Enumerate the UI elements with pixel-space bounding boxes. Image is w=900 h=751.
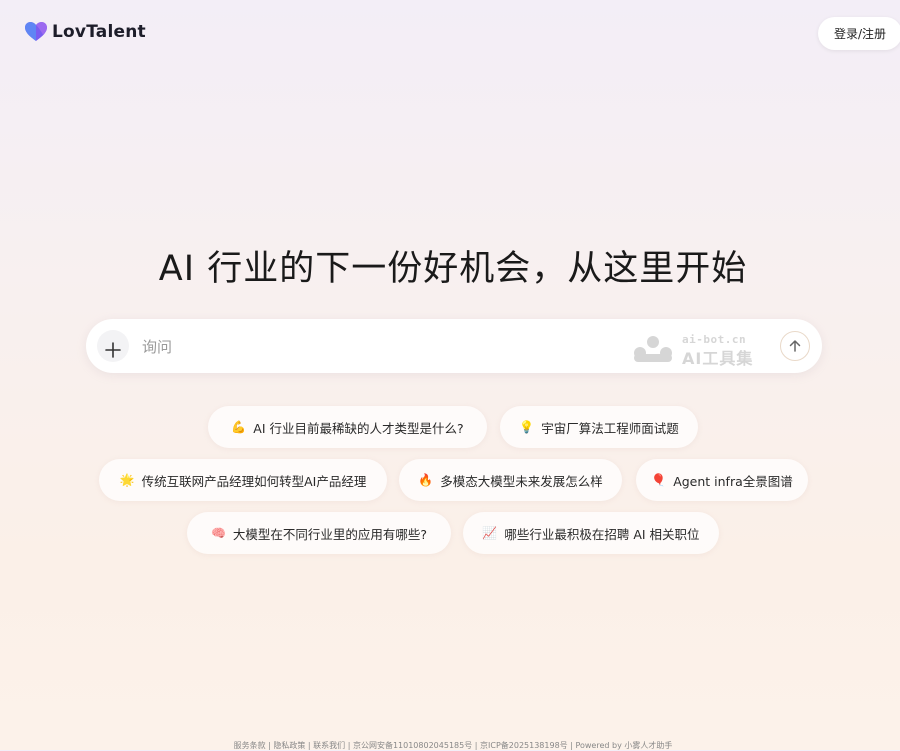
footer-link-police-record[interactable]: 京公网安备11010802045185号 — [353, 741, 472, 750]
fire-icon: 🔥 — [418, 473, 434, 487]
page-headline: AI 行业的下一份好机会，从这里开始 — [158, 249, 748, 289]
suggestion-chip[interactable]: 🧠 大模型在不同行业里的应用有哪些? — [187, 512, 451, 554]
brand-name: LovTalent — [52, 22, 146, 42]
plus-icon — [105, 342, 121, 358]
footer-separator: | — [305, 741, 314, 750]
suggestion-label: 传统互联网产品经理如何转型AI产品经理 — [141, 473, 367, 489]
suggestion-label: 宇宙厂算法工程师面试题 — [541, 420, 679, 436]
footer-link-terms[interactable]: 服务条款 — [234, 741, 266, 750]
flexed-biceps-icon: 💪 — [231, 420, 247, 434]
login-register-button[interactable]: 登录/注册 — [818, 17, 900, 50]
suggestion-chip[interactable]: 🌟 传统互联网产品经理如何转型AI产品经理 — [99, 459, 387, 501]
search-input[interactable] — [140, 334, 624, 360]
watermark: ai-bot.cn AI工具集 — [630, 332, 770, 368]
footer-powered-by: Powered by 小雾人才助手 — [575, 741, 673, 750]
footer-link-contact[interactable]: 联系我们 — [313, 741, 345, 750]
send-button[interactable] — [780, 331, 810, 361]
suggestion-chip[interactable]: 🎈 Agent infra全景图谱 — [636, 459, 808, 501]
lightbulb-icon: 💡 — [519, 420, 535, 434]
watermark-logo-icon — [634, 336, 672, 362]
footer-separator: | — [345, 741, 353, 750]
suggestion-label: 多模态大模型未来发展怎么样 — [440, 473, 603, 489]
suggestion-chip[interactable]: 🔥 多模态大模型未来发展怎么样 — [399, 459, 622, 501]
suggestion-chip[interactable]: 💡 宇宙厂算法工程师面试题 — [500, 406, 698, 448]
footer-separator: | — [472, 741, 480, 750]
brand-logo[interactable]: LovTalent — [24, 21, 146, 43]
suggestion-label: 大模型在不同行业里的应用有哪些? — [232, 526, 428, 542]
suggestion-chip[interactable]: 📈 哪些行业最积极在招聘 AI 相关职位 — [463, 512, 719, 554]
suggestion-label: 哪些行业最积极在招聘 AI 相关职位 — [504, 526, 700, 542]
search-bar: ai-bot.cn AI工具集 — [86, 319, 822, 373]
balloon-icon: 🎈 — [651, 473, 667, 487]
suggestion-label: Agent infra全景图谱 — [673, 473, 793, 489]
sun-icon: 🌟 — [119, 473, 135, 487]
suggestion-chip[interactable]: 💪 AI 行业目前最稀缺的人才类型是什么? — [208, 406, 487, 448]
footer-link-icp-record[interactable]: 京ICP备2025138198号 — [480, 741, 568, 750]
watermark-name: AI工具集 — [682, 349, 754, 368]
heart-logo-icon — [25, 22, 47, 41]
chart-increasing-icon: 📈 — [482, 526, 498, 540]
footer-link-privacy[interactable]: 隐私政策 — [273, 741, 305, 750]
brain-icon: 🧠 — [210, 526, 226, 540]
add-attachment-button[interactable] — [97, 330, 129, 362]
arrow-up-icon — [789, 340, 801, 352]
footer: 服务条款 | 隐私政策 | 联系我们 | 京公网安备11010802045185… — [0, 740, 900, 751]
suggestion-label: AI 行业目前最稀缺的人才类型是什么? — [253, 420, 464, 436]
